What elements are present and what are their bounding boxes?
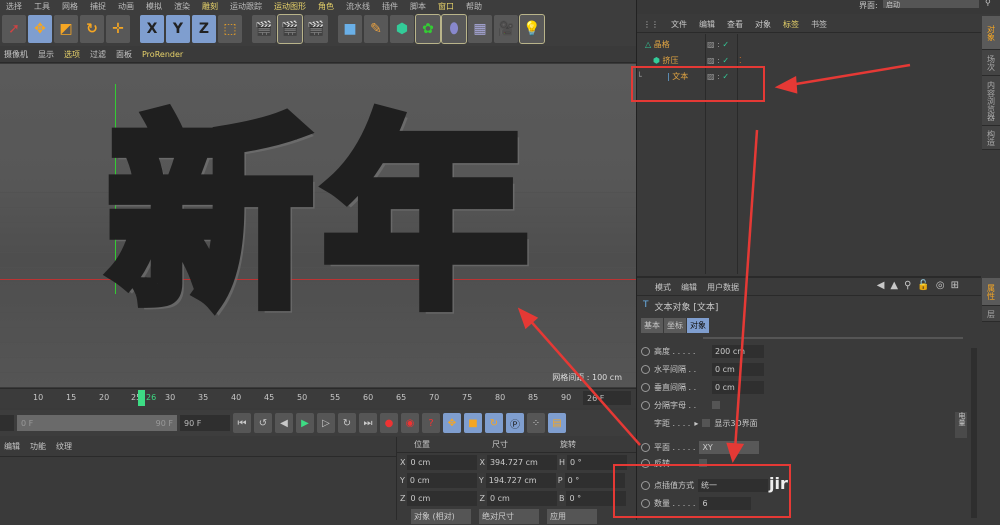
arrow-to-count: [733, 129, 759, 451]
arrow-to-text-object: [789, 63, 911, 87]
annotation-arrows: [517, 63, 911, 464]
arrow-head: [774, 75, 798, 94]
arrow-head: [726, 442, 745, 464]
arrow-to-viewport: [527, 317, 641, 446]
